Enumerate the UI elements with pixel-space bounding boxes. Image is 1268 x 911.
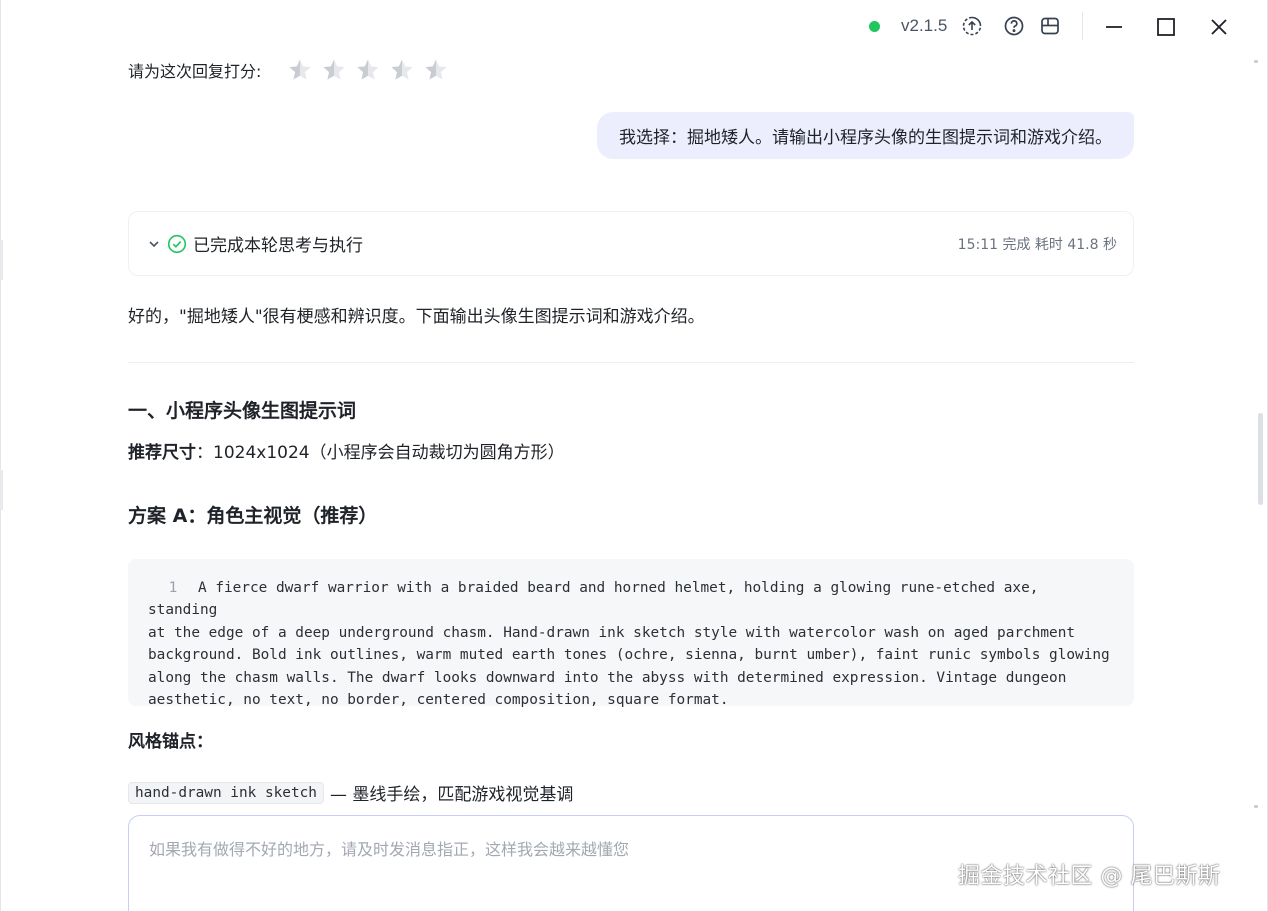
size-value: ：1024x1024（小程序会自动裁切为圆角方形） (196, 443, 565, 463)
section-heading: 一、小程序头像生图提示词 (128, 400, 357, 422)
scrollbar-marker (1254, 805, 1258, 808)
code-text: along the chasm walls. The dwarf looks d… (148, 669, 1067, 686)
code-line: background. Bold ink outlines, warm mute… (148, 644, 1114, 666)
thinking-title: 已完成本轮思考与执行 (193, 236, 363, 256)
code-text: A fierce dwarf warrior with a braided be… (148, 580, 1039, 619)
rating-star-icon[interactable] (283, 56, 317, 84)
code-line: aesthetic, no text, no border, centered … (148, 689, 1114, 711)
user-message-text: 我选择：掘地矮人。请输出小程序头像的生图提示词和游戏介绍。 (619, 128, 1112, 148)
scrollbar-thumb[interactable] (1258, 413, 1263, 505)
code-line: at the edge of a deep underground chasm.… (148, 622, 1114, 644)
inline-code: hand-drawn ink sketch (128, 781, 324, 804)
thinking-status-card[interactable]: 已完成本轮思考与执行 15:11 完成 耗时 41.8 秒 (128, 211, 1134, 276)
connection-status-dot (869, 21, 880, 32)
help-circle-icon[interactable] (1002, 14, 1026, 38)
version-label: v2.1.5 (901, 16, 948, 35)
divider (128, 362, 1134, 363)
code-line: 1A fierce dwarf warrior with a braided b… (148, 577, 1114, 622)
left-edge-marker (0, 240, 3, 280)
rating-label: 请为这次回复打分: (128, 62, 262, 81)
titlebar-divider (1082, 12, 1083, 40)
style-anchor-title: 风格锚点： (128, 732, 213, 752)
upload-circle-icon[interactable] (960, 14, 984, 38)
style-anchor-desc: — 墨线手绘，匹配游戏视觉基调 (329, 785, 574, 805)
reply-intro: 好的，"掘地矮人"很有梗感和辨识度。下面输出头像生图提示词和游戏介绍。 (128, 307, 705, 327)
scrollbar-marker (1254, 60, 1258, 63)
rating-star-icon[interactable] (317, 56, 351, 84)
size-recommendation: 推荐尺寸：1024x1024（小程序会自动裁切为圆角方形） (128, 438, 565, 463)
panel-icon[interactable] (1038, 14, 1062, 38)
minimize-icon[interactable] (1099, 12, 1129, 42)
watermark: 掘金技术社区 @ 尾巴斯斯 (958, 864, 1221, 889)
rating-row: 请为这次回复打分: (128, 56, 453, 84)
rating-stars (283, 56, 453, 84)
thinking-meta: 15:11 完成 耗时 41.8 秒 (957, 236, 1117, 253)
maximize-icon[interactable] (1151, 12, 1181, 42)
user-message-bubble: 我选择：掘地矮人。请输出小程序头像的生图提示词和游戏介绍。 (597, 112, 1134, 159)
line-number: 1 (168, 580, 178, 596)
chevron-down-icon[interactable] (147, 237, 161, 251)
left-edge-marker (0, 470, 3, 510)
code-text: aesthetic, no text, no border, centered … (148, 692, 729, 709)
code-text: background. Bold ink outlines, warm mute… (148, 647, 1110, 664)
close-icon[interactable] (1204, 12, 1234, 42)
code-text: at the edge of a deep underground chasm.… (148, 624, 1076, 641)
style-anchor-item: hand-drawn ink sketch — 墨线手绘，匹配游戏视觉基调 (128, 780, 573, 805)
rating-star-icon[interactable] (351, 56, 385, 84)
rating-star-icon[interactable] (419, 56, 453, 84)
title-bar: v2.1.5 (0, 0, 1268, 54)
code-line: along the chasm walls. The dwarf looks d… (148, 667, 1114, 689)
prompt-code-block[interactable]: 1A fierce dwarf warrior with a braided b… (128, 559, 1134, 708)
check-circle-icon (167, 234, 187, 254)
size-label: 推荐尺寸 (128, 443, 196, 463)
rating-star-icon[interactable] (385, 56, 419, 84)
plan-heading: 方案 A：角色主视觉（推荐） (128, 505, 378, 527)
